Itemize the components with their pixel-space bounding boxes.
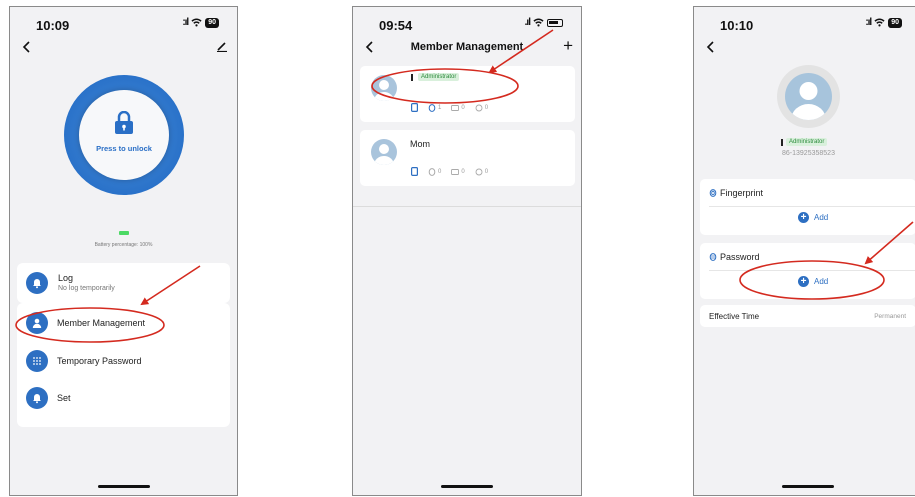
home-indicator	[782, 485, 834, 488]
unlock-inner: Press to unlock	[79, 90, 169, 180]
name-marker	[411, 74, 413, 81]
add-fingerprint-button[interactable]: + Add	[798, 212, 828, 223]
add-member-button[interactable]: +	[563, 37, 573, 54]
card-count: 0	[451, 168, 465, 176]
fingerprint-count: 0	[428, 167, 441, 176]
member-phone: 86-13925358523	[782, 150, 835, 157]
add-password-button[interactable]: + Add	[798, 276, 828, 287]
plus-circle-icon: +	[798, 276, 809, 287]
face-icon	[475, 104, 483, 111]
fingerprint-label: Fingerprint	[720, 188, 764, 198]
battery-icon: 90	[205, 17, 219, 28]
status-time: 10:09	[36, 18, 70, 33]
status-icons: :ıl 90	[865, 17, 902, 28]
plus-circle-icon: +	[798, 212, 809, 223]
status-bar: 10:10 :ıl 90	[694, 7, 915, 33]
wifi-icon	[191, 18, 202, 27]
signal-icon: :ıl	[865, 17, 872, 28]
home-indicator	[441, 485, 493, 488]
battery-percentage-text: Battery percentage: 100%	[94, 242, 153, 248]
member-detail-screen: 10:10 :ıl 90 Administrator 86-1392535852…	[693, 6, 915, 496]
list-divider	[353, 206, 581, 207]
member-avatar	[777, 65, 840, 128]
effective-time-value: Permanent	[874, 313, 906, 320]
fingerprint-icon	[428, 167, 436, 176]
status-time: 10:10	[720, 18, 754, 33]
menu-item-label: Member Management	[57, 318, 146, 328]
battery-icon	[547, 18, 563, 27]
edit-icon[interactable]	[216, 40, 228, 52]
menu-item-label: Set	[57, 393, 71, 403]
face-count: 0	[475, 104, 488, 112]
divider	[709, 206, 915, 207]
log-title: Log	[58, 273, 74, 283]
tutorial-composite: 10:09 :ıl 90 Press to unlock Battery per…	[0, 0, 915, 497]
admin-badge: Administrator	[418, 73, 460, 81]
wifi-icon	[874, 18, 885, 27]
card-icon	[451, 104, 460, 111]
signal-icon: :ıl	[182, 17, 189, 28]
status-icons: :ıl 90	[182, 17, 219, 28]
credential-counts: 0 0 0	[411, 167, 488, 176]
member-row-mom[interactable]: Mom 0 0 0	[360, 130, 575, 186]
user-icon	[26, 312, 48, 334]
lock-icon	[115, 111, 133, 134]
member-management-screen: 09:54 .ıl Member Management + Administra…	[352, 6, 582, 496]
divider	[709, 270, 915, 271]
phone-icon	[411, 103, 418, 112]
phone-icon	[411, 167, 418, 176]
log-subtitle: No log temporarily	[58, 285, 115, 292]
menu-card: Member Management Temporary Password Set	[17, 303, 230, 427]
status-icons: .ıl	[525, 17, 563, 28]
name-marker	[781, 139, 783, 146]
fingerprint-count: 1	[428, 103, 441, 112]
back-icon[interactable]	[705, 41, 717, 53]
unlock-label: Press to unlock	[96, 144, 152, 153]
effective-time-row[interactable]: Effective Time Permanent	[700, 305, 915, 327]
member-row-administrator[interactable]: Administrator 1 0 0	[360, 66, 575, 122]
fingerprint-icon	[709, 189, 717, 197]
password-section: Password + Add	[700, 243, 915, 299]
back-icon[interactable]	[21, 41, 33, 53]
card-icon	[451, 168, 460, 175]
log-card[interactable]: Log No log temporarily	[17, 263, 230, 303]
keypad-icon	[26, 350, 48, 372]
admin-badge: Administrator	[786, 138, 828, 146]
status-time: 09:54	[379, 18, 413, 33]
bell-icon	[26, 272, 48, 294]
battery-icon: 90	[888, 17, 902, 28]
home-indicator	[98, 485, 150, 488]
face-count: 0	[475, 168, 488, 176]
password-label: Password	[720, 252, 760, 262]
credential-counts: 1 0 0	[411, 103, 488, 112]
fingerprint-icon	[428, 103, 436, 112]
menu-item-label: Temporary Password	[57, 356, 142, 366]
fingerprint-section: Fingerprint + Add	[700, 179, 915, 235]
battery-level-icon	[119, 231, 129, 235]
password-icon	[709, 253, 717, 261]
wifi-icon	[533, 18, 544, 27]
card-count: 0	[451, 104, 465, 112]
lock-home-screen: 10:09 :ıl 90 Press to unlock Battery per…	[9, 6, 238, 496]
page-title: Member Management	[410, 41, 524, 53]
bell-icon	[26, 387, 48, 409]
effective-time-label: Effective Time	[709, 312, 760, 321]
face-icon	[475, 168, 483, 175]
unlock-button[interactable]: Press to unlock	[64, 75, 184, 195]
avatar	[371, 75, 397, 101]
status-bar: 10:09 :ıl 90	[10, 7, 237, 33]
signal-icon: .ıl	[524, 17, 531, 28]
status-bar: 09:54 .ıl	[353, 7, 581, 33]
avatar	[371, 139, 397, 165]
member-name: Mom	[410, 139, 430, 149]
